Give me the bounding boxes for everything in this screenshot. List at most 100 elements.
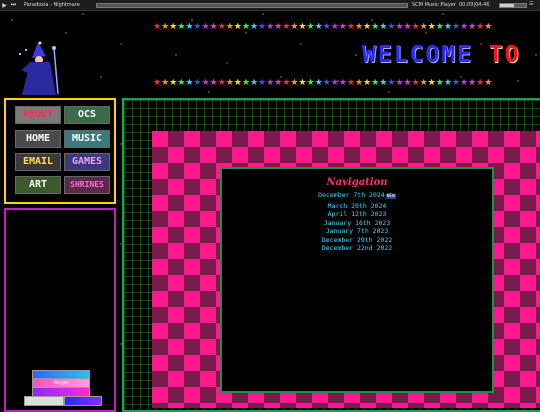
- star-icon: ★: [411, 79, 420, 88]
- star-icon: ★: [201, 23, 209, 32]
- star-icon: ★: [330, 23, 339, 32]
- wizard-image: [19, 41, 59, 95]
- star-icon: ★: [395, 23, 403, 32]
- star-icon: ★: [354, 79, 363, 88]
- star-icon: ★: [411, 23, 420, 32]
- star-icon: ★: [209, 23, 218, 32]
- nav-box: ABOUT OCS HOME MUSIC EMAIL GAMES ART SHR…: [4, 98, 116, 204]
- star-icon: ★: [459, 79, 468, 88]
- star-icon: ★: [298, 23, 306, 32]
- star-icon: ★: [241, 79, 250, 88]
- star-icon: ★: [225, 23, 234, 32]
- star-icon: ★: [322, 23, 331, 32]
- star-icon: ★: [451, 23, 460, 32]
- nav-button-ocs[interactable]: OCS: [64, 106, 110, 124]
- star-icon: ★: [379, 23, 387, 32]
- track-title: Paradoxia - Nightmare: [24, 2, 80, 8]
- star-icon: ★: [193, 23, 201, 32]
- update-link[interactable]: March 20th 2024: [222, 202, 492, 211]
- update-link[interactable]: January 16th 2023: [222, 219, 492, 228]
- star-icon: ★: [177, 79, 185, 88]
- star-icon: ★: [476, 23, 484, 32]
- star-icon: ★: [322, 79, 331, 88]
- nav-button-music[interactable]: MUSIC: [64, 130, 110, 148]
- star-icon: ★: [169, 23, 177, 32]
- star-icon: ★: [427, 79, 436, 88]
- play-icon[interactable]: ▶: [0, 1, 9, 10]
- star-icon: ★: [306, 23, 314, 32]
- star-icon: ★: [346, 23, 355, 32]
- star-icon: ★: [435, 79, 444, 88]
- star-icon: ★: [258, 79, 266, 88]
- menu-icon[interactable]: ☰: [529, 1, 538, 7]
- star-icon: ★: [274, 23, 282, 32]
- star-icon: ★: [484, 79, 492, 88]
- next-icon[interactable]: ⏭: [9, 1, 18, 10]
- navigation-heading: Navigation: [326, 177, 388, 188]
- star-icon: ★: [161, 23, 169, 32]
- star-icon: ★: [451, 79, 460, 88]
- nav-button-games[interactable]: GAMES: [64, 153, 110, 171]
- star-icon: ★: [290, 79, 298, 88]
- star-icon: ★: [443, 79, 452, 88]
- star-icon: ★: [403, 23, 411, 32]
- player-name: SCM Music Player: [412, 2, 456, 8]
- star-icon: ★: [363, 23, 371, 32]
- star-icon: ★: [266, 23, 274, 32]
- update-link[interactable]: December 7th 2024 NEW: [222, 191, 492, 202]
- music-player-bar: ▶ ⏭ Paradoxia - Nightmare SCM Music Play…: [0, 0, 540, 11]
- welcome-word: WELCOME: [362, 42, 473, 68]
- star-icon: ★: [468, 79, 476, 88]
- star-icon: ★: [306, 79, 314, 88]
- star-icon: ★: [459, 23, 468, 32]
- star-icon: ★: [193, 79, 201, 88]
- nav-button-shrines[interactable]: SHRINES: [64, 176, 110, 194]
- seek-bar[interactable]: [96, 3, 408, 8]
- volume-slider[interactable]: [499, 3, 527, 8]
- star-icon: ★: [274, 79, 282, 88]
- star-icon: ★: [282, 23, 290, 32]
- left-panel: Angel: [4, 208, 116, 412]
- star-icon: ★: [484, 23, 492, 32]
- star-icon: ★: [338, 79, 347, 88]
- star-icon: ★: [153, 23, 161, 32]
- star-icon: ★: [217, 79, 226, 88]
- rainbow-star-row-bottom: ★★★★★★★★★★★★★★★★★★★★★★★★★★★★★★★★★★★★★★★★…: [153, 79, 540, 88]
- update-link[interactable]: December 22nd 2022: [222, 244, 492, 253]
- update-link[interactable]: April 12th 2023: [222, 210, 492, 219]
- star-icon: ★: [379, 79, 387, 88]
- star-icon: ★: [241, 23, 250, 32]
- to-word: TO: [488, 42, 521, 68]
- star-icon: ★: [233, 79, 242, 88]
- star-icon: ★: [314, 79, 323, 88]
- nav-button-about[interactable]: ABOUT: [15, 106, 61, 124]
- star-icon: ★: [346, 79, 355, 88]
- star-icon: ★: [233, 23, 242, 32]
- update-link-label: December 7th 2024: [318, 191, 385, 199]
- star-icon: ★: [266, 79, 274, 88]
- update-link[interactable]: December 29th 2022: [222, 236, 492, 245]
- star-icon: ★: [161, 79, 169, 88]
- star-icon: ★: [282, 79, 290, 88]
- star-icon: ★: [387, 79, 395, 88]
- star-icon: ★: [395, 79, 403, 88]
- nav-button-art[interactable]: ART: [15, 176, 61, 194]
- star-icon: ★: [419, 23, 428, 32]
- star-icon: ★: [185, 79, 193, 88]
- nav-button-home[interactable]: HOME: [15, 130, 61, 148]
- star-icon: ★: [209, 79, 218, 88]
- star-icon: ★: [185, 23, 193, 32]
- nav-button-email[interactable]: EMAIL: [15, 153, 61, 171]
- star-icon: ★: [387, 23, 395, 32]
- star-icon: ★: [338, 23, 347, 32]
- star-icon: ★: [201, 79, 209, 88]
- badge-angel-label: Angel: [53, 380, 69, 386]
- star-icon: ★: [298, 79, 306, 88]
- update-link[interactable]: January 7th 2023: [222, 227, 492, 236]
- star-icon: ★: [476, 79, 484, 88]
- star-icon: ★: [403, 79, 411, 88]
- star-icon: ★: [217, 23, 226, 32]
- star-icon: ★: [435, 23, 444, 32]
- new-badge: NEW: [385, 194, 396, 199]
- rainbow-star-row-top: ★★★★★★★★★★★★★★★★★★★★★★★★★★★★★★★★★★★★★★★★…: [153, 23, 540, 32]
